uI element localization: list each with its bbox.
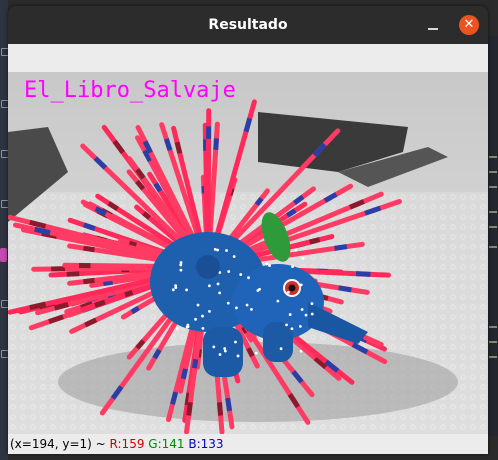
body-dot bbox=[288, 313, 292, 316]
body-dot bbox=[186, 323, 190, 327]
pixel-green-value: G:141 bbox=[148, 437, 185, 451]
result-window: Resultado ✕ El_Libro_Salvaje (x=194, y=1… bbox=[8, 6, 488, 454]
body-dot bbox=[208, 309, 211, 313]
spine-stripe bbox=[83, 222, 96, 232]
body-dot bbox=[226, 301, 230, 305]
cursor-coordinates: (x=194, y=1) ~ bbox=[10, 437, 106, 451]
close-button[interactable]: ✕ bbox=[459, 15, 479, 35]
window-title: Resultado bbox=[208, 17, 288, 33]
minimize-icon bbox=[428, 28, 438, 30]
status-bar: (x=194, y=1) ~ R:159 G:141 B:133 bbox=[8, 434, 488, 454]
pixel-blue-value: B:133 bbox=[188, 437, 224, 451]
body-dot bbox=[299, 349, 303, 353]
body-dot bbox=[290, 327, 294, 331]
body-dot bbox=[286, 290, 290, 294]
spine-stripe bbox=[34, 226, 51, 236]
spine-stripe bbox=[130, 305, 140, 315]
spine-stripe bbox=[83, 245, 95, 253]
body-dot bbox=[285, 323, 288, 327]
body-dot bbox=[239, 273, 243, 276]
body-dot bbox=[216, 248, 219, 252]
body-dot bbox=[276, 299, 280, 303]
body-dot bbox=[201, 326, 205, 330]
body-dot bbox=[299, 283, 303, 287]
body-dot bbox=[235, 306, 238, 310]
body-dot bbox=[234, 340, 237, 344]
spine-stripe bbox=[180, 368, 188, 380]
spine-stripe bbox=[174, 141, 183, 154]
body-dot bbox=[254, 351, 258, 355]
spine-stripe bbox=[192, 358, 199, 369]
body-dot bbox=[194, 317, 197, 321]
body-dot bbox=[216, 282, 220, 286]
body-dot bbox=[298, 325, 302, 328]
body-dot bbox=[291, 265, 294, 269]
body-dot bbox=[310, 302, 314, 305]
spine-stripe bbox=[246, 347, 255, 358]
spine-stripe bbox=[102, 279, 114, 287]
body-dot bbox=[250, 307, 253, 311]
body-dot bbox=[236, 354, 240, 358]
body-dot bbox=[179, 263, 183, 267]
body-dot bbox=[185, 288, 188, 292]
body-dot bbox=[279, 347, 283, 351]
body-dot bbox=[201, 314, 204, 318]
spine-stripe bbox=[334, 244, 348, 251]
body-dot bbox=[232, 255, 236, 258]
spine-stripe bbox=[338, 285, 352, 293]
minimize-button[interactable] bbox=[423, 16, 443, 36]
body-dot bbox=[247, 276, 250, 280]
spine-stripe bbox=[53, 302, 69, 311]
spine-stripe bbox=[213, 138, 219, 151]
body-dot bbox=[294, 248, 298, 252]
spine-stripe bbox=[309, 237, 321, 245]
body-dot bbox=[300, 308, 304, 311]
toolbar bbox=[8, 44, 488, 72]
body-dot bbox=[227, 270, 231, 273]
body-dot bbox=[265, 262, 269, 266]
spine-stripe bbox=[170, 391, 179, 405]
body-dot bbox=[171, 288, 175, 292]
body-dot bbox=[268, 264, 271, 267]
body-dot bbox=[175, 327, 179, 330]
body-dot bbox=[218, 291, 222, 295]
photo-alebrije-echidna bbox=[8, 72, 488, 434]
title-bar[interactable]: Resultado ✕ bbox=[8, 6, 488, 44]
body-dot bbox=[304, 313, 308, 317]
pixel-red-value: R:159 bbox=[109, 437, 145, 451]
body-dot bbox=[174, 284, 178, 288]
spine-stripe bbox=[216, 402, 224, 416]
body-dot bbox=[196, 303, 200, 307]
body-dot bbox=[301, 257, 305, 260]
body-dot bbox=[218, 353, 222, 356]
spine-stripe bbox=[66, 271, 80, 277]
spine-stripe bbox=[124, 289, 134, 298]
spine-stripe bbox=[225, 397, 233, 412]
body-dot bbox=[223, 349, 227, 353]
spine-stripe bbox=[29, 301, 47, 311]
body-dot bbox=[179, 261, 183, 264]
image-canvas[interactable]: El_Libro_Salvaje bbox=[8, 72, 488, 434]
close-icon: ✕ bbox=[463, 17, 475, 32]
body-dot bbox=[213, 247, 217, 251]
desktop-badge bbox=[0, 248, 7, 262]
overlay-label: El_Libro_Salvaje bbox=[24, 78, 236, 103]
body-dot bbox=[225, 249, 228, 252]
body-dot bbox=[179, 268, 183, 272]
body-dot bbox=[245, 303, 249, 307]
spine-stripe bbox=[186, 401, 193, 416]
spine-stripe bbox=[94, 299, 106, 308]
body-dot bbox=[223, 347, 227, 350]
spine-stripe bbox=[163, 138, 173, 152]
desktop-left-strip bbox=[0, 0, 9, 460]
spine-stripe bbox=[355, 271, 371, 277]
body-dot bbox=[208, 284, 211, 288]
body-dot bbox=[212, 345, 216, 349]
spine-stripe bbox=[83, 277, 95, 285]
spine-stripe bbox=[128, 240, 137, 248]
body-dot bbox=[258, 287, 261, 291]
body-dot bbox=[310, 312, 314, 316]
